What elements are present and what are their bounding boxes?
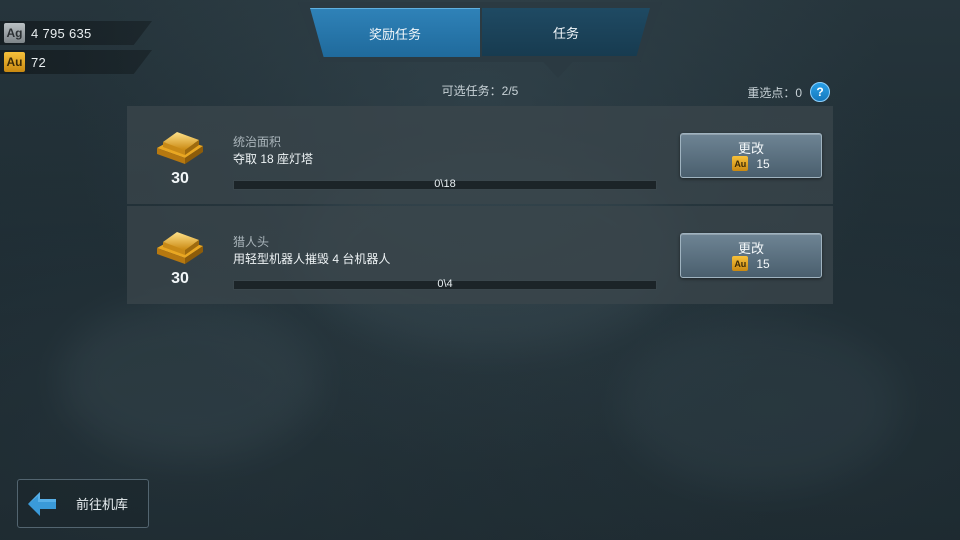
tab-pointer bbox=[538, 56, 578, 78]
available-tasks-count: 可选任务：2/5 bbox=[441, 84, 519, 98]
go-to-hangar-button[interactable]: 前往机库 bbox=[17, 479, 149, 528]
task-category: 统治面积 bbox=[233, 135, 282, 149]
change-cost: Au 15 bbox=[681, 156, 821, 171]
task-category: 猎人头 bbox=[233, 235, 270, 249]
change-cost: Au 15 bbox=[681, 256, 821, 271]
change-button-label: 更改 bbox=[737, 141, 764, 156]
background-blur bbox=[60, 300, 320, 460]
silver-balance: Ag 4 795 635 bbox=[0, 21, 152, 45]
change-button-label: 更改 bbox=[737, 241, 764, 256]
help-icon[interactable]: ? bbox=[810, 82, 830, 102]
silver-icon: Ag bbox=[4, 23, 25, 43]
task-progress-text: 0\4 bbox=[437, 278, 453, 290]
gold-amount: 72 bbox=[31, 54, 47, 70]
task-description: 用轻型机器人摧毁 4 台机器人 bbox=[233, 252, 391, 266]
task-description: 夺取 18 座灯塔 bbox=[233, 152, 314, 166]
background-blur bbox=[620, 320, 900, 490]
gold-icon: Au bbox=[732, 256, 749, 271]
back-arrow-icon bbox=[28, 491, 56, 516]
change-cost-value: 15 bbox=[756, 256, 770, 271]
reroll-points: 重选点：0 ? bbox=[747, 82, 830, 102]
silver-amount: 4 795 635 bbox=[31, 25, 92, 41]
task-progress-bar: 0\18 bbox=[233, 178, 657, 190]
gold-bar-icon bbox=[157, 132, 203, 164]
task-card: 30 统治面积 夺取 18 座灯塔 0\18 更改 Au 15 bbox=[127, 106, 833, 204]
tab-tasks[interactable]: 任务 bbox=[482, 8, 650, 56]
gold-balance: Au 72 bbox=[0, 50, 152, 74]
change-task-button[interactable]: 更改 Au 15 bbox=[680, 133, 822, 178]
gold-bar-icon bbox=[157, 232, 203, 264]
task-progress-bar: 0\4 bbox=[233, 278, 657, 290]
gold-icon: Au bbox=[4, 52, 25, 72]
reward-amount: 30 bbox=[171, 270, 189, 287]
change-task-button[interactable]: 更改 Au 15 bbox=[680, 233, 822, 278]
gold-icon: Au bbox=[732, 156, 749, 171]
reroll-points-label: 重选点：0 bbox=[747, 85, 802, 100]
reward-amount: 30 bbox=[171, 170, 189, 187]
change-cost-value: 15 bbox=[756, 156, 770, 171]
task-progress-text: 0\18 bbox=[434, 178, 456, 190]
task-card: 30 猎人头 用轻型机器人摧毁 4 台机器人 0\4 更改 Au 15 bbox=[127, 206, 833, 304]
hangar-button-label: 前往机库 bbox=[76, 497, 129, 512]
tab-reward-tasks[interactable]: 奖励任务 bbox=[310, 8, 480, 57]
